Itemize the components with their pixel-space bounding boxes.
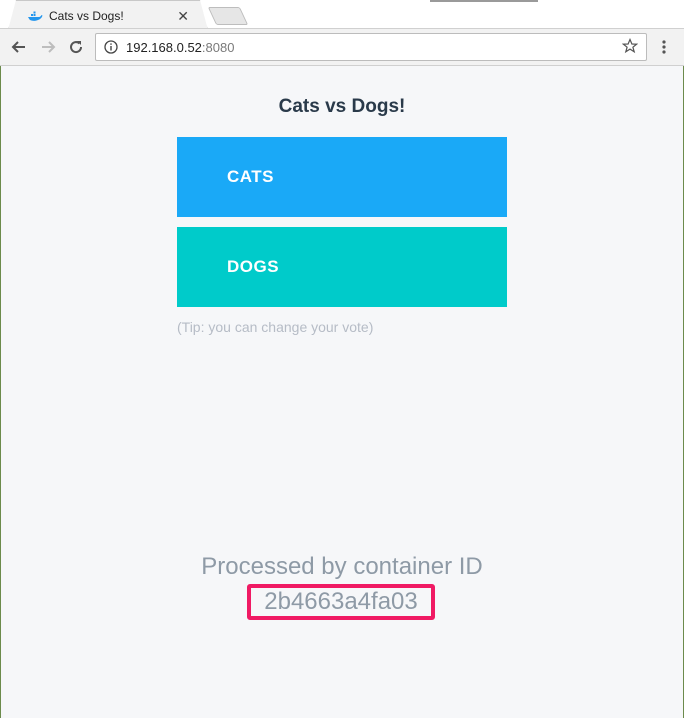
url-text[interactable]: 192.168.0.52:8080 [126,40,234,55]
browser-toolbar: 192.168.0.52:8080 [0,29,684,66]
browser-tab[interactable]: Cats vs Dogs! ✕ [8,0,208,30]
reload-button[interactable] [65,36,87,58]
container-id-highlight: 2b4663a4fa03 [247,584,435,620]
back-arrow-icon [11,41,25,53]
page-content: Cats vs Dogs! CATS DOGS (Tip: you can ch… [0,66,684,718]
window-title-bar [430,0,538,2]
close-tab-icon[interactable]: ✕ [177,9,189,23]
reload-icon [70,41,83,54]
info-icon[interactable] [104,40,118,54]
forward-arrow-icon [42,41,56,53]
tab-strip: Cats vs Dogs! ✕ [0,0,684,30]
tip-text: (Tip: you can change your vote) [177,319,374,335]
vote-cats-button[interactable]: CATS [177,137,507,217]
page-title: Cats vs Dogs! [278,96,406,117]
tab-title: Cats vs Dogs! [49,9,124,23]
container-id-value: 2b4663a4fa03 [264,588,418,615]
vote-dogs-button[interactable]: DOGS [177,227,507,307]
url-host: 192.168.0.52 [126,39,202,55]
docker-whale-icon [27,10,43,22]
browser-menu-icon[interactable] [658,38,670,56]
processed-by-label: Processed by container ID [201,553,483,580]
new-tab-button[interactable] [207,7,249,25]
url-port: :8080 [201,39,235,55]
back-button[interactable] [8,36,30,58]
bookmark-star-icon[interactable] [621,37,639,54]
forward-button[interactable] [37,36,59,58]
address-bar[interactable]: 192.168.0.52:8080 [95,33,647,61]
